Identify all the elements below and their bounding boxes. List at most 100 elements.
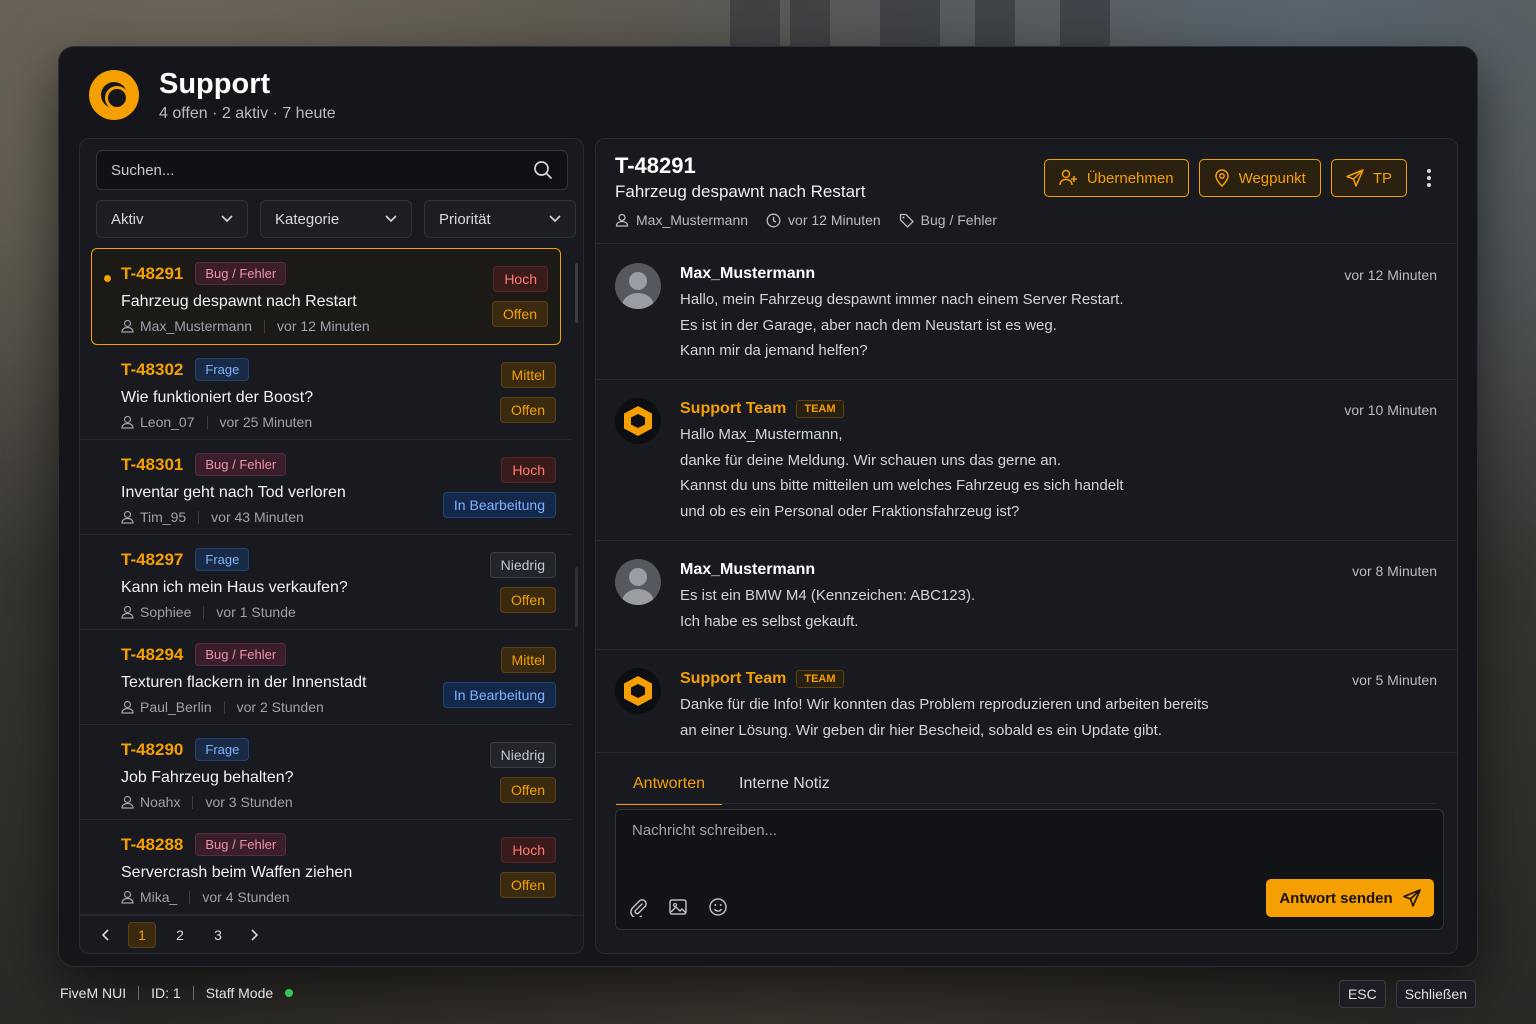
tab-reply[interactable]: Antworten: [616, 775, 723, 805]
page-button[interactable]: 2: [166, 922, 194, 948]
user-icon: [121, 415, 134, 429]
send-reply-button[interactable]: Antwort senden: [1266, 879, 1434, 917]
ticket-time: vor 3 Stunden: [205, 794, 293, 810]
message-line: danke für deine Meldung. Wir schauen uns…: [680, 451, 1062, 469]
waypoint-label: Wegpunkt: [1238, 169, 1306, 187]
status-badge: Offen: [500, 587, 556, 613]
ticket-detail-panel: T-48291 Fahrzeug despawnt nach Restart M…: [595, 138, 1458, 954]
divider: [223, 700, 225, 714]
message-author: Max_Mustermann: [680, 265, 816, 282]
ticket-list-item[interactable]: T-48294 Bug / Fehler Texturen flackern in …: [80, 630, 572, 725]
reply-composer: Antworten Interne Notiz Antwort senden: [596, 759, 1457, 953]
image-icon[interactable]: [668, 897, 688, 917]
ticket-id: T-48297: [121, 549, 184, 569]
filter-category-select[interactable]: Kategorie: [260, 200, 412, 238]
next-page-icon[interactable]: [250, 928, 258, 941]
ticket-user: Max_Mustermann: [140, 318, 253, 334]
team-tag: TEAM: [796, 400, 844, 418]
emoji-icon[interactable]: [708, 897, 728, 917]
priority-badge: Hoch: [501, 457, 556, 483]
ticket-list-item[interactable]: T-48288 Bug / Fehler Servercrash beim Waff…: [80, 820, 572, 915]
close-button[interactable]: Schließen: [1395, 980, 1476, 1008]
page-button[interactable]: 1: [128, 921, 156, 948]
filter-status-select[interactable]: Aktiv: [96, 200, 248, 238]
message-time: vor 5 Minuten: [1352, 672, 1437, 688]
pagination: 123: [80, 915, 583, 953]
ticket-user: Tim_95: [140, 509, 187, 525]
user-icon: [121, 700, 134, 714]
ticket-user: Max_Mustermann: [636, 212, 749, 228]
footer-id: ID: 1: [151, 985, 181, 1001]
filter-label: Aktiv: [111, 210, 144, 228]
search-box[interactable]: [96, 150, 568, 190]
priority-badge: Mittel: [500, 362, 556, 388]
chevron-down-icon: [385, 215, 397, 223]
message-line: Ich habe es selbst gekauft.: [680, 612, 859, 630]
message-line: Hallo Max_Mustermann,: [680, 426, 843, 443]
page-numbers: 123: [128, 921, 232, 948]
divider: [138, 986, 140, 1000]
filter-priority-select[interactable]: Priorität: [424, 200, 576, 238]
ticket-id: T-48301: [121, 454, 184, 474]
ticket-meta: Max_Mustermann vor 12 Minuten Bug / Fehl…: [615, 212, 997, 228]
ticket-user: Leon_07: [140, 414, 195, 430]
lifebuoy-logo-icon: [89, 70, 139, 120]
ticket-list-item[interactable]: T-48290 Frage Job Fahrzeug behalten? Noahx v…: [80, 725, 572, 820]
ticket-list-item[interactable]: T-48302 Frage Wie funktioniert der Boost? L…: [80, 345, 572, 440]
category-badge: Bug / Fehler: [195, 643, 287, 666]
list-scrollbar-thumb[interactable]: [575, 567, 578, 627]
ticket-list-item[interactable]: T-48291 Bug / Fehler Fahrzeug despawnt nac…: [91, 248, 561, 345]
ticket-time: vor 1 Stunde: [216, 604, 296, 620]
message-time: vor 8 Minuten: [1352, 563, 1437, 579]
category-badge: Bug / Fehler: [195, 833, 287, 856]
status-badge: Offen: [492, 301, 548, 327]
esc-key[interactable]: ESC: [1338, 980, 1386, 1008]
ticket-title: Fahrzeug despawnt nach Restart: [615, 182, 866, 201]
ticket-list: T-48291 Bug / Fehler Fahrzeug despawnt nac…: [80, 248, 572, 915]
teleport-button[interactable]: TP: [1330, 159, 1407, 197]
priority-badge: Mittel: [500, 647, 556, 673]
search-icon[interactable]: [533, 160, 553, 180]
tab-internal-note[interactable]: Interne Notiz: [722, 775, 847, 805]
clock-icon: [766, 213, 781, 228]
take-over-button[interactable]: Übernehmen: [1043, 159, 1189, 197]
ticket-id: T-48294: [121, 644, 184, 664]
ticket-list-item[interactable]: T-48297 Frage Kann ich mein Haus verkaufen…: [80, 535, 572, 630]
search-input[interactable]: [111, 161, 533, 179]
message-line: Hallo, mein Fahrzeug despawnt immer nach…: [680, 291, 1124, 308]
prev-page-icon[interactable]: [102, 928, 110, 941]
message-line: Es ist ein BMW M4 (Kennzeichen: ABC123).: [680, 587, 976, 604]
priority-badge: Hoch: [493, 266, 548, 292]
team-tag: TEAM: [796, 670, 844, 688]
divider: [206, 415, 208, 429]
close-hint[interactable]: ESC Schließen: [1338, 980, 1476, 1008]
unread-dot: [104, 275, 111, 282]
send-icon: [1402, 889, 1421, 907]
footer-mode: Staff Mode: [205, 985, 274, 1001]
ticket-list-item[interactable]: T-48301 Bug / Fehler Inventar geht nach To…: [80, 440, 572, 535]
ticket-actions: Übernehmen Wegpunkt TP: [1043, 159, 1407, 197]
priority-badge: Hoch: [501, 837, 556, 863]
ticket-time: vor 25 Minuten: [219, 414, 313, 430]
user-icon: [121, 890, 134, 904]
ticket-time: vor 12 Minuten: [788, 212, 881, 228]
tag-icon: [899, 213, 914, 228]
ticket-time: vor 4 Stunden: [202, 889, 290, 905]
category-badge: Frage: [195, 738, 250, 761]
status-badge: Offen: [500, 777, 556, 803]
waypoint-button[interactable]: Wegpunkt: [1198, 159, 1321, 197]
list-scrollbar[interactable]: [575, 263, 578, 323]
more-options-icon[interactable]: [1421, 169, 1437, 189]
composer-tabs: Antworten Interne Notiz: [616, 775, 847, 805]
paperclip-icon[interactable]: [628, 897, 648, 917]
message-thread: Max_Mustermann vor 12 Minuten Hallo, mein …: [596, 245, 1457, 753]
priority-badge: Niedrig: [489, 552, 556, 578]
ticket-time: vor 43 Minuten: [211, 509, 304, 525]
status-badge: Offen: [500, 397, 556, 423]
ticket-id: T-48291: [615, 153, 696, 178]
app-stats: 4 offen · 2 aktiv · 7 heute: [159, 105, 336, 122]
divider: [192, 986, 194, 1000]
page-button[interactable]: 3: [204, 922, 232, 948]
ticket-id: T-48288: [121, 834, 184, 854]
message-input[interactable]: [632, 822, 1412, 862]
